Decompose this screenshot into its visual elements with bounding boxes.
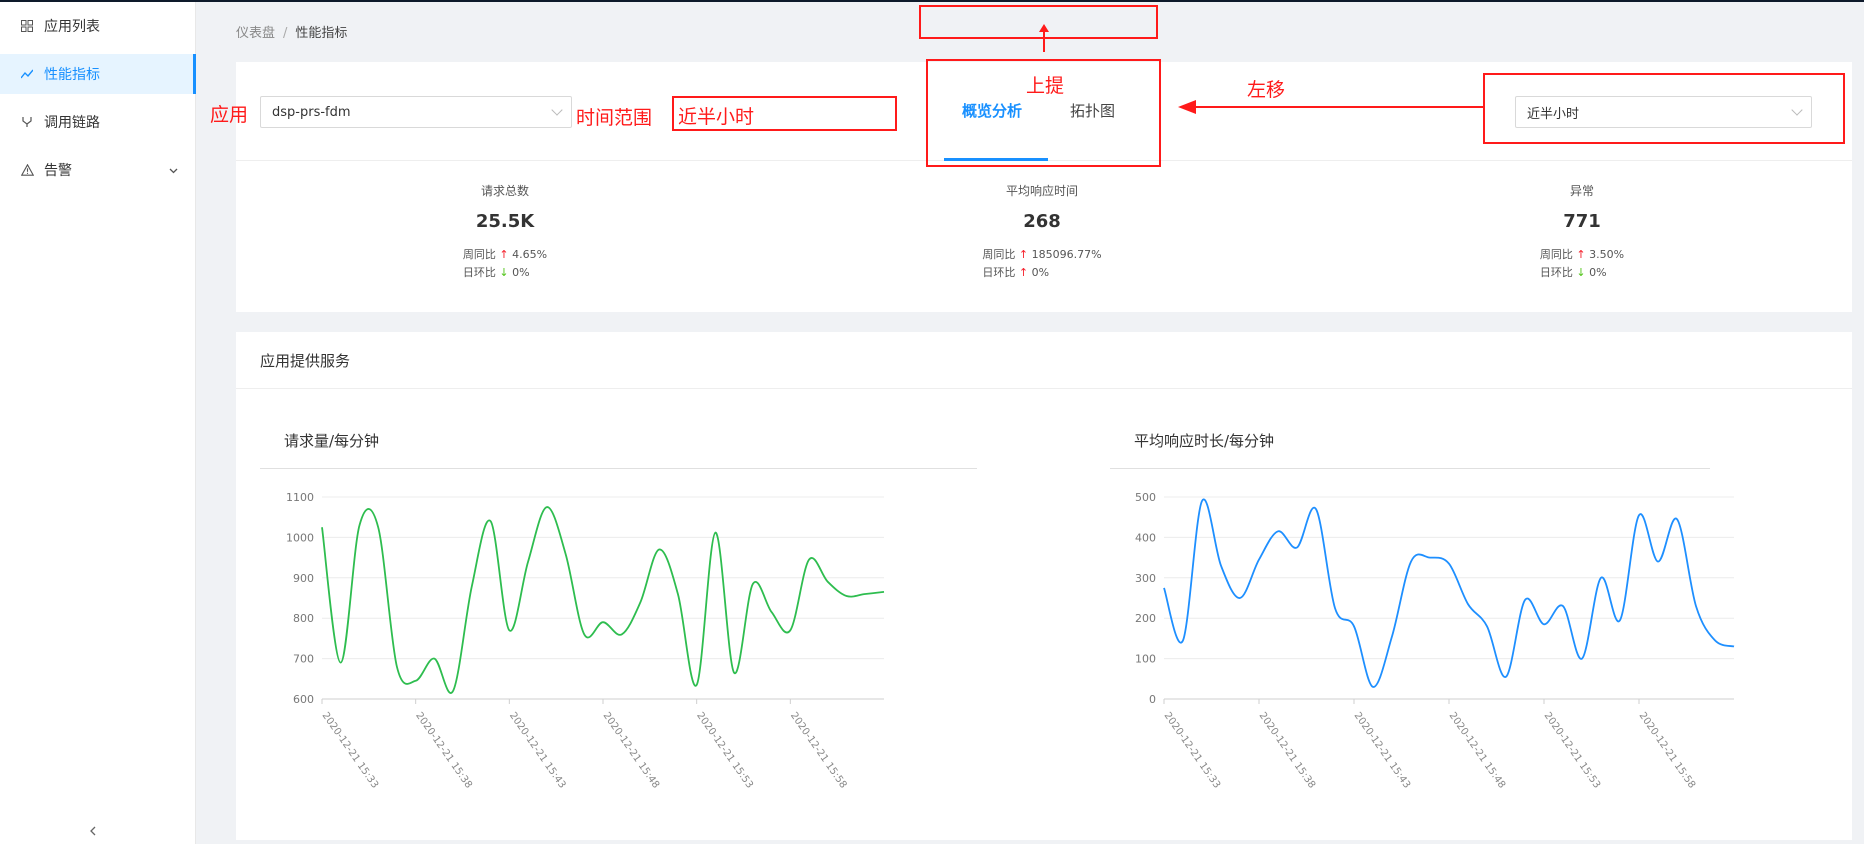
annotation-time-label: 时间范围 [576,107,653,129]
y-tick-label: 100 [1135,653,1156,666]
x-tick-label: 2020-12-21 15:58 [1637,710,1698,790]
x-tick-label: 2020-12-21 15:53 [1542,710,1603,790]
x-tick-label: 2020-12-21 15:43 [1352,710,1413,790]
x-tick-label: 2020-12-21 15:38 [1257,710,1318,790]
annotation-up-label: 上提 [1026,75,1065,97]
annotation-time-box-text: 近半小时 [678,106,755,128]
y-tick-label: 0 [1149,693,1156,706]
annotation-arrow-left [1178,100,1484,114]
y-tick-label: 300 [1135,572,1156,585]
x-tick-label: 2020-12-21 15:48 [1447,710,1508,790]
x-tick-label: 2020-12-21 15:33 [1162,710,1223,790]
y-tick-label: 400 [1135,531,1156,544]
annotation-box-time-select [1483,73,1845,144]
y-tick-label: 500 [1135,491,1156,504]
annotation-app-label: 应用 [210,104,249,126]
annotation-left-label: 左移 [1247,79,1286,101]
annotation-arrow-up [1039,24,1049,52]
y-tick-label: 200 [1135,612,1156,625]
